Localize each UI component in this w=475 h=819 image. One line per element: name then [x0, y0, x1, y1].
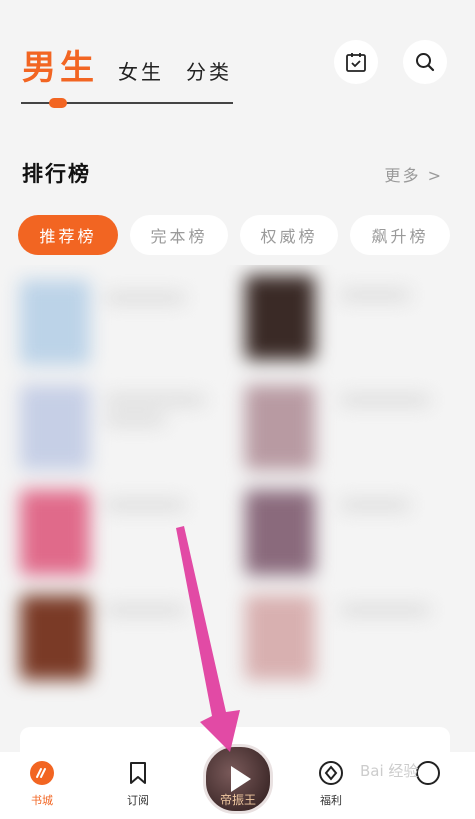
book-cover[interactable] — [245, 275, 315, 360]
book-title — [340, 290, 410, 300]
book-cover[interactable] — [20, 385, 90, 470]
bookmark-icon — [130, 762, 146, 784]
book-cover[interactable] — [20, 490, 90, 575]
tab-female[interactable]: 女生 — [118, 56, 164, 85]
nav-subscription-label: 订阅 — [127, 794, 149, 807]
book-title — [105, 293, 185, 303]
nav-bookstore[interactable]: 书城 — [12, 752, 72, 819]
watermark: Bai 经验 — [360, 762, 419, 780]
search-icon — [416, 53, 435, 72]
chip-recommend[interactable]: 推荐榜 — [18, 215, 118, 255]
chip-finished[interactable]: 完本榜 — [130, 215, 228, 255]
book-title — [340, 500, 410, 510]
chip-rising[interactable]: 飙升榜 — [350, 215, 450, 255]
audio-play-button[interactable]: 帝振王 — [203, 744, 273, 814]
tab-indicator — [49, 98, 67, 108]
book-cover[interactable] — [20, 595, 90, 680]
checkin-button[interactable] — [334, 40, 378, 84]
profile-icon — [416, 761, 440, 785]
nav-welfare-label: 福利 — [320, 794, 342, 807]
calendar-check-icon — [346, 53, 366, 72]
search-button[interactable] — [403, 40, 447, 84]
play-icon — [231, 766, 251, 792]
nav-subscription[interactable]: 订阅 — [108, 752, 168, 819]
chip-authority[interactable]: 权威榜 — [240, 215, 338, 255]
book-cover[interactable] — [245, 385, 315, 470]
book-title — [105, 605, 185, 615]
gift-icon — [319, 761, 343, 785]
book-meta — [105, 415, 165, 425]
book-title — [105, 395, 205, 405]
tab-male[interactable]: 男生 — [22, 40, 98, 89]
nav-welfare[interactable]: 福利 — [301, 752, 361, 819]
book-title — [340, 605, 430, 615]
ranking-title: 排行榜 — [22, 161, 91, 186]
tab-category[interactable]: 分类 — [186, 56, 232, 85]
more-link[interactable]: 更多 > — [385, 162, 444, 186]
book-title — [340, 395, 430, 405]
book-cover[interactable] — [20, 280, 90, 365]
book-title — [105, 500, 185, 510]
ranking-list — [0, 265, 475, 725]
fab-book-title: 帝振王 — [219, 793, 256, 807]
book-cover[interactable] — [245, 490, 315, 575]
bookstore-icon — [30, 761, 54, 785]
nav-bookstore-label: 书城 — [31, 794, 53, 807]
book-cover[interactable] — [245, 595, 315, 680]
